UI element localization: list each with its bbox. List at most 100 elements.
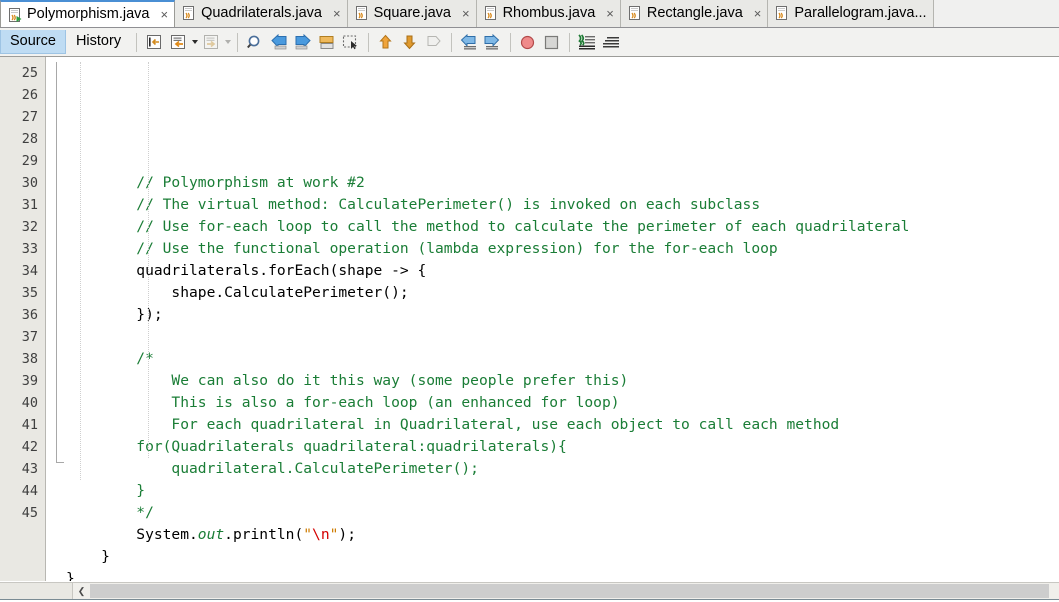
scroll-left-button[interactable]: ❮: [73, 583, 90, 599]
code-content[interactable]: // Polymorphism at work #2 // The virtua…: [66, 57, 1059, 581]
editor-tab-close-icon[interactable]: ×: [161, 8, 169, 22]
back-navigate-dropdown-icon[interactable]: [190, 32, 199, 52]
editor-tab-polymorphism-java[interactable]: Polymorphism.java ×: [0, 0, 176, 27]
line-number: 44: [21, 483, 38, 499]
editor-tab-label: Square.java: [373, 4, 451, 21]
editor-tab-label: Rectangle.java: [646, 4, 743, 21]
line-number: 38: [21, 351, 38, 367]
code-line[interactable]: */: [66, 502, 1059, 524]
java-file-icon: [355, 6, 369, 21]
code-line[interactable]: // Use for-each loop to call the method …: [66, 216, 1059, 238]
code-token: */: [66, 504, 154, 521]
code-token: // The virtual method: CalculatePerimete…: [66, 196, 761, 213]
previous-error-icon[interactable]: [375, 31, 397, 53]
find-selection-icon[interactable]: [244, 31, 266, 53]
view-tab-source[interactable]: Source: [0, 30, 66, 54]
editor-tab-close-icon[interactable]: ×: [754, 7, 762, 21]
editor-tab-rhombus-java[interactable]: Rhombus.java ×: [476, 0, 621, 27]
line-number: 30: [21, 175, 38, 191]
code-token: // Use for-each loop to call the method …: [66, 218, 910, 235]
java-run-file-icon: [8, 7, 22, 23]
code-line[interactable]: [66, 150, 1059, 172]
code-token: );: [338, 526, 356, 543]
shift-line-right2-icon[interactable]: [482, 31, 504, 53]
editor-tab-label: Rhombus.java: [502, 4, 596, 21]
stop-icon[interactable]: [541, 31, 563, 53]
code-line[interactable]: shape.CalculatePerimeter();: [66, 282, 1059, 304]
scrollbar-track-end[interactable]: [1049, 583, 1059, 599]
editor-tab-label: Parallelogram.java...: [794, 4, 927, 21]
scrollbar-gutter-corner: [0, 583, 73, 599]
indent-guide: [148, 62, 149, 458]
code-line[interactable]: }: [66, 480, 1059, 502]
code-token: \n: [312, 526, 330, 543]
horizontal-scrollbar[interactable]: ❮: [0, 582, 1059, 599]
line-number: 29: [21, 153, 38, 169]
next-error-icon[interactable]: [399, 31, 421, 53]
line-number: 25: [21, 65, 38, 81]
line-number: 45: [21, 505, 38, 521]
editor-tab-close-icon[interactable]: ×: [606, 7, 614, 21]
editor-tab-label: Polymorphism.java: [27, 6, 150, 23]
code-token: .println(: [224, 526, 304, 543]
editor-toolbar: Source History: [0, 28, 1059, 57]
line-number: 31: [21, 197, 38, 213]
next-bookmark-icon[interactable]: [292, 31, 314, 53]
code-line[interactable]: // Use the functional operation (lambda …: [66, 238, 1059, 260]
java-file-icon: [775, 6, 789, 21]
code-line[interactable]: // The virtual method: CalculatePerimete…: [66, 194, 1059, 216]
code-token: }: [66, 570, 75, 581]
java-file-icon: [628, 6, 642, 21]
indent-guide: [80, 62, 81, 480]
code-line[interactable]: [66, 326, 1059, 348]
line-number: 41: [21, 417, 38, 433]
code-fold-bracket[interactable]: [56, 62, 64, 463]
code-fold-column[interactable]: [46, 57, 66, 581]
line-number: 42: [21, 439, 38, 455]
code-line[interactable]: /*: [66, 348, 1059, 370]
editor-tab-rectangle-java[interactable]: Rectangle.java ×: [620, 0, 769, 27]
source-editor[interactable]: 25 26 27 28 29 30 31 32 33 34 35 36 37 38 39 40 41 42 43 44…: [0, 57, 1059, 582]
inspect-hierarchy-icon[interactable]: [600, 31, 622, 53]
code-line[interactable]: We can also do it this way (some people …: [66, 370, 1059, 392]
code-token: out: [197, 526, 225, 543]
code-line[interactable]: }: [66, 546, 1059, 568]
editor-tab-parallelogram-java---[interactable]: Parallelogram.java...: [768, 0, 934, 27]
line-number: 35: [21, 285, 38, 301]
editor-tab-close-icon[interactable]: ×: [333, 7, 341, 21]
toolbar-separator: [368, 32, 370, 52]
code-line[interactable]: System.out.println("\n");: [66, 524, 1059, 546]
editor-tab-bar: Polymorphism.java × Quadrilaterals.java × Sq…: [0, 0, 1059, 28]
line-number: 36: [21, 307, 38, 323]
shift-line-left-icon[interactable]: [458, 31, 480, 53]
scrollbar-thumb[interactable]: [90, 584, 1049, 598]
code-line[interactable]: }: [66, 568, 1059, 581]
view-tab-history[interactable]: History: [66, 30, 131, 54]
forward-navigate-dropdown-icon[interactable]: [223, 32, 232, 52]
back-navigate-icon[interactable]: [167, 31, 189, 53]
code-token: // Use the functional operation (lambda …: [66, 240, 778, 257]
editor-tab-close-icon[interactable]: ×: [462, 7, 470, 21]
code-line[interactable]: });: [66, 304, 1059, 326]
toggle-breakpoint-icon[interactable]: [517, 31, 539, 53]
code-token: }: [66, 482, 146, 499]
forward-navigate-icon[interactable]: [200, 31, 222, 53]
line-number: 39: [21, 373, 38, 389]
code-token: We can also do it this way (some people …: [66, 372, 629, 389]
code-line[interactable]: quadrilaterals.forEach(shape -> {: [66, 260, 1059, 282]
editor-tab-quadrilaterals-java[interactable]: Quadrilaterals.java ×: [175, 0, 348, 27]
code-line[interactable]: This is also a for-each loop (an enhance…: [66, 392, 1059, 414]
toggle-bookmark-icon[interactable]: [316, 31, 338, 53]
toolbar-separator: [451, 32, 453, 52]
editor-tab-square-java[interactable]: Square.java ×: [347, 0, 477, 27]
code-line[interactable]: For each quadrilateral in Quadrilateral,…: [66, 414, 1059, 436]
previous-bookmark-icon[interactable]: [268, 31, 290, 53]
code-line[interactable]: for(Quadrilaterals quadrilateral:quadril…: [66, 436, 1059, 458]
toolbar-separator: [136, 32, 138, 52]
code-line[interactable]: // Polymorphism at work #2: [66, 172, 1059, 194]
last-edit-icon[interactable]: [143, 31, 165, 53]
code-line[interactable]: quadrilateral.CalculatePerimeter();: [66, 458, 1059, 480]
inspect-members-icon[interactable]: [576, 31, 598, 53]
toggle-rectangular-selection-icon[interactable]: [340, 31, 362, 53]
line-number: 33: [21, 241, 38, 257]
